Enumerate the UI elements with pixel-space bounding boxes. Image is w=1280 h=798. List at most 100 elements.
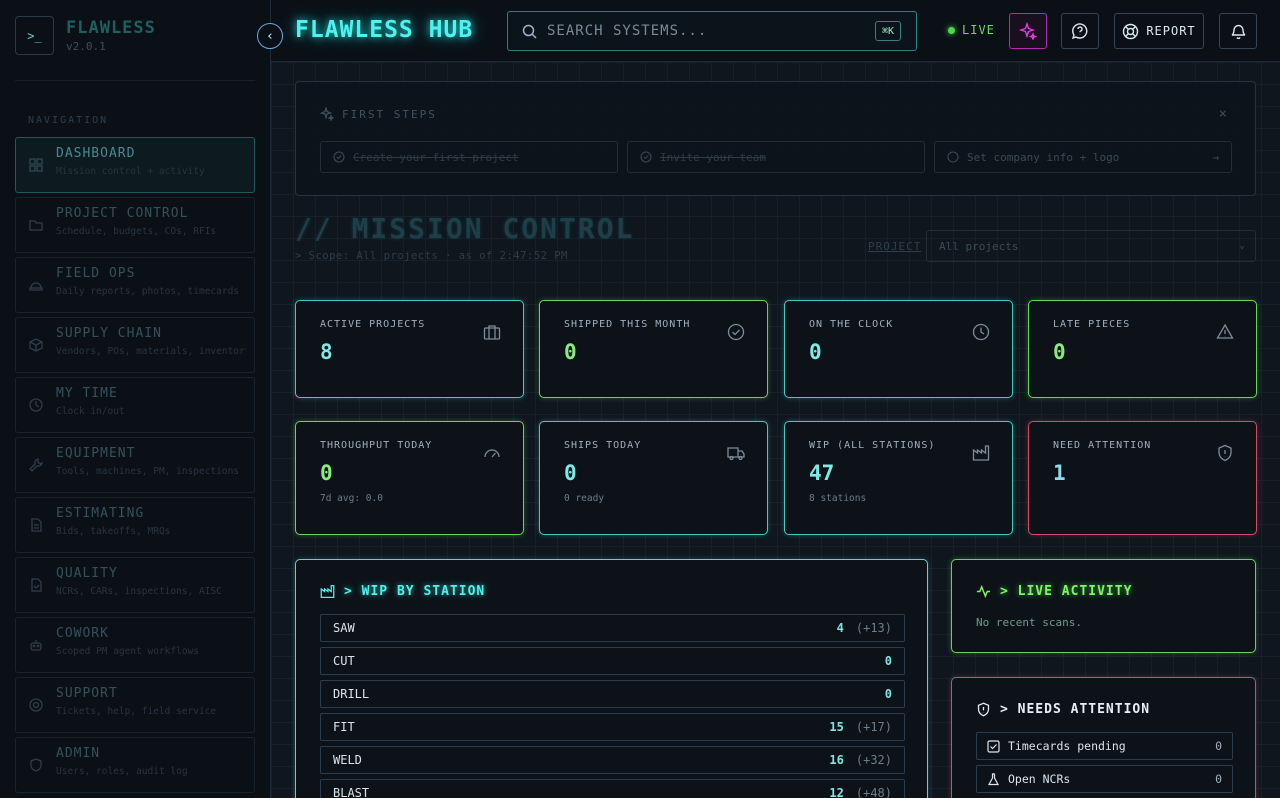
sidebar-item-label: ESTIMATING	[56, 506, 145, 521]
live-dot-icon	[948, 26, 955, 34]
stat-card-ships-today[interactable]: SHIPS TODAY 0 0 ready	[539, 421, 768, 535]
sparkles-button[interactable]	[1009, 13, 1047, 49]
station-name: WELD	[333, 753, 362, 767]
station-delta: (+17)	[855, 720, 892, 734]
close-icon[interactable]: ×	[1219, 106, 1227, 122]
project-select-value: All projects	[939, 240, 1019, 253]
hardhat-icon	[29, 282, 43, 291]
live-label: LIVE	[962, 23, 995, 37]
sidebar-item-label: COWORK	[56, 626, 109, 641]
file-check-icon	[31, 578, 42, 592]
sidebar-item-equipment[interactable]: EQUIPMENT Tools, machines, PM, inspectio…	[15, 437, 255, 493]
stat-value: 0	[809, 340, 822, 364]
station-delta: (+32)	[855, 753, 892, 767]
check-circle-icon	[640, 151, 652, 163]
wip-row-saw[interactable]: SAW 4 (+13)	[320, 614, 905, 642]
notifications-button[interactable]	[1219, 13, 1257, 49]
sidebar-item-supply-chain[interactable]: SUPPLY CHAIN Vendors, POs, materials, in…	[15, 317, 255, 373]
stat-card-shipped-this-month[interactable]: SHIPPED THIS MONTH 0	[539, 300, 768, 398]
search-input[interactable]: SEARCH SYSTEMS... ⌘K	[507, 11, 917, 51]
station-delta: (+48)	[855, 786, 892, 798]
need-value: 0	[1215, 739, 1222, 753]
stat-card-on-the-clock[interactable]: ON THE CLOCK 0	[784, 300, 1013, 398]
first-step-company-info[interactable]: Set company info + logo →	[934, 141, 1232, 173]
sidebar-item-dashboard[interactable]: DASHBOARD Mission control + activity	[15, 137, 255, 193]
wip-row-weld[interactable]: WELD 16 (+32)	[320, 746, 905, 774]
need-row-timecards[interactable]: Timecards pending 0	[976, 732, 1233, 760]
sparkles-icon	[320, 107, 334, 121]
first-steps-title: FIRST STEPS	[320, 107, 437, 121]
sidebar-item-label: PROJECT CONTROL	[56, 206, 189, 221]
clock-icon	[29, 398, 43, 412]
station-name: CUT	[333, 654, 355, 668]
wip-row-drill[interactable]: DRILL 0	[320, 680, 905, 708]
stat-card-active-projects[interactable]: ACTIVE PROJECTS 8	[295, 300, 524, 398]
need-value: 0	[1215, 772, 1222, 786]
divider	[15, 80, 255, 81]
need-row-open-ncrs[interactable]: Open NCRs 0	[976, 765, 1233, 793]
document-icon	[31, 518, 42, 532]
collapse-sidebar-button[interactable]: ‹	[257, 23, 283, 49]
stat-sub: 8 stations	[809, 493, 867, 504]
arrow-right-icon: →	[1212, 150, 1219, 164]
sidebar-item-cowork[interactable]: COWORK Scoped PM agent workflows	[15, 617, 255, 673]
sidebar-item-sub: Schedule, budgets, COs, RFIs	[56, 226, 217, 237]
bell-icon	[1231, 24, 1245, 39]
live-activity-panel: > LIVE ACTIVITY No recent scans.	[951, 559, 1256, 653]
stat-card-throughput-today[interactable]: THROUGHPUT TODAY 0 7d avg: 0.0	[295, 421, 524, 535]
stat-sub: 7d avg: 0.0	[320, 493, 383, 504]
sidebar-item-label: FIELD OPS	[56, 266, 136, 281]
sparkles-icon	[1019, 22, 1037, 40]
station-name: BLAST	[333, 786, 370, 798]
brand[interactable]: >_ FLAWLESS v2.0.1	[15, 16, 156, 55]
factory-icon	[972, 445, 990, 461]
wrench-icon	[29, 458, 43, 472]
sidebar-item-quality[interactable]: QUALITY NCRs, CARs, inspections, AISC	[15, 557, 255, 613]
shield-alert-icon	[977, 702, 990, 717]
sidebar-item-sub: Mission control + activity	[56, 166, 205, 177]
station-count: 16	[829, 753, 844, 767]
sidebar-item-estimating[interactable]: ESTIMATING Bids, takeoffs, MRQs	[15, 497, 255, 553]
help-button[interactable]	[1061, 13, 1099, 49]
brand-version: v2.0.1	[66, 40, 106, 53]
first-steps-title-text: FIRST STEPS	[342, 107, 437, 121]
first-step-create-project[interactable]: Create your first project	[320, 141, 618, 173]
station-count: 0	[884, 687, 892, 701]
stat-card-late-pieces[interactable]: LATE PIECES 0	[1028, 300, 1257, 398]
station-count: 4	[836, 621, 844, 635]
sidebar-item-my-time[interactable]: MY TIME Clock in/out	[15, 377, 255, 433]
shield-icon	[30, 758, 42, 772]
report-label: REPORT	[1146, 24, 1196, 38]
briefcase-icon	[483, 325, 501, 340]
stat-card-need-attention[interactable]: NEED ATTENTION 1	[1028, 421, 1257, 535]
first-step-invite-team[interactable]: Invite your team	[627, 141, 925, 173]
lifebuoy-icon	[1123, 23, 1139, 39]
sidebar-item-support[interactable]: SUPPORT Tickets, help, field service	[15, 677, 255, 733]
live-activity-title-text: > LIVE ACTIVITY	[1000, 584, 1133, 599]
folder-icon	[29, 220, 43, 231]
sidebar-item-admin[interactable]: ADMIN Users, roles, audit log	[15, 737, 255, 793]
project-select[interactable]: All projects ⌄	[926, 230, 1256, 262]
search-icon	[522, 24, 537, 39]
sidebar-item-project-control[interactable]: PROJECT CONTROL Schedule, budgets, COs, …	[15, 197, 255, 253]
wip-row-blast[interactable]: BLAST 12 (+48)	[320, 779, 905, 798]
need-label: Timecards pending	[1008, 739, 1126, 753]
sidebar-item-sub: Clock in/out	[56, 406, 125, 417]
stat-card-wip-all-stations[interactable]: WIP (ALL STATIONS) 47 8 stations	[784, 421, 1013, 535]
wip-title-text: > WIP BY STATION	[344, 584, 486, 599]
sidebar-item-sub: Users, roles, audit log	[56, 766, 188, 777]
station-name: SAW	[333, 621, 355, 635]
sidebar-item-sub: Vendors, POs, materials, inventory	[56, 346, 246, 357]
warning-triangle-icon	[1216, 323, 1234, 339]
sidebar-item-label: QUALITY	[56, 566, 118, 581]
wip-row-fit[interactable]: FIT 15 (+17)	[320, 713, 905, 741]
scope-text: > Scope: All projects · as of 2:47:52 PM	[295, 250, 568, 262]
station-count: 0	[884, 654, 892, 668]
sidebar-item-field-ops[interactable]: FIELD OPS Daily reports, photos, timecar…	[15, 257, 255, 313]
grid-icon	[29, 158, 43, 172]
report-button[interactable]: REPORT	[1114, 13, 1204, 49]
package-icon	[29, 338, 43, 352]
needs-attention-title-text: > NEEDS ATTENTION	[1000, 702, 1151, 717]
brand-name: FLAWLESS	[66, 18, 156, 38]
wip-row-cut[interactable]: CUT 0	[320, 647, 905, 675]
